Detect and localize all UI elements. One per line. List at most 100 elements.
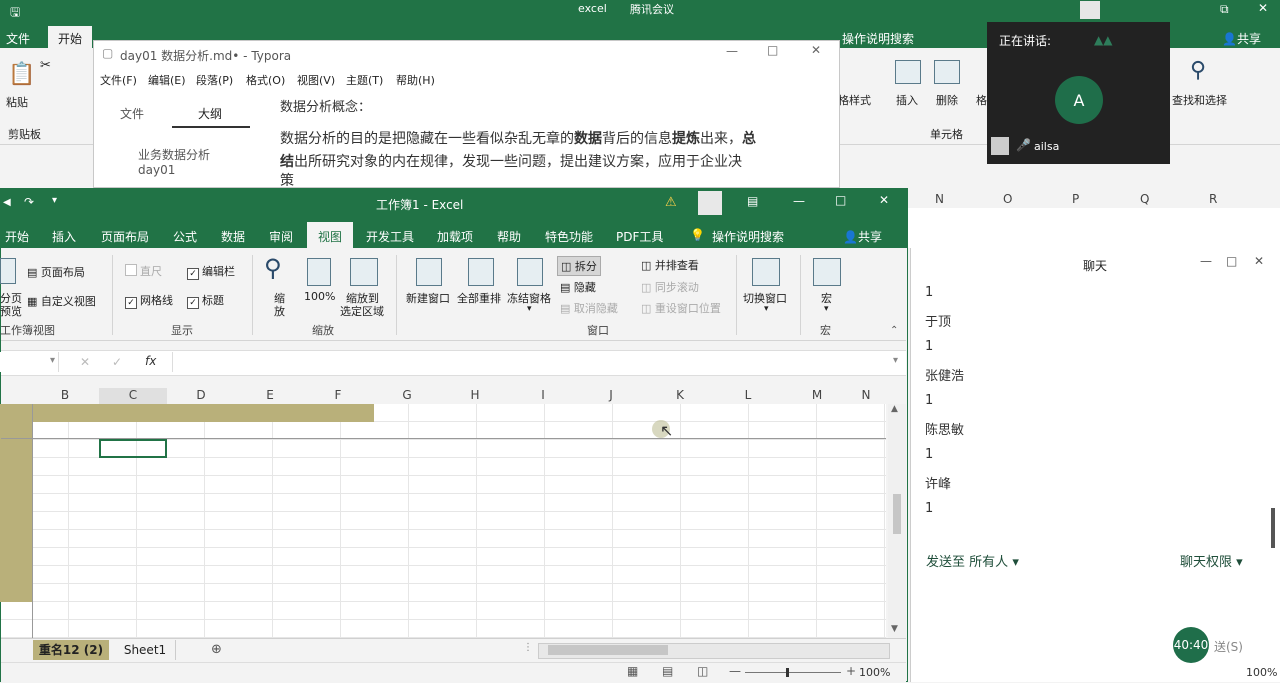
- save-icon[interactable]: 🖫: [10, 3, 20, 24]
- share-button[interactable]: 👤共享: [843, 228, 882, 245]
- new-window-icon[interactable]: [416, 258, 442, 286]
- close-icon[interactable]: ✕: [1258, 1, 1268, 15]
- freeze-panes-icon[interactable]: [517, 258, 543, 286]
- scroll-thumb[interactable]: [893, 494, 901, 534]
- zoom-selection-label-2[interactable]: 选定区域: [340, 303, 384, 319]
- enter-icon[interactable]: ✓: [112, 355, 122, 369]
- insert-cells-label[interactable]: 插入: [896, 92, 918, 108]
- close-icon[interactable]: ✕: [879, 193, 889, 207]
- bg-share-button[interactable]: 👤共享: [1222, 30, 1261, 47]
- split-button[interactable]: ◫ 拆分: [557, 256, 601, 276]
- bg-tab-help-search[interactable]: 操作说明搜索: [842, 30, 914, 47]
- gridlines-checkbox[interactable]: ✓ 网格线: [125, 292, 173, 309]
- col-header[interactable]: K: [646, 388, 714, 402]
- insert-function-icon[interactable]: fx: [145, 354, 156, 368]
- typora-menu-theme[interactable]: 主题(T): [346, 72, 383, 88]
- typora-close-icon[interactable]: ✕: [811, 43, 821, 57]
- col-header[interactable]: J: [577, 388, 645, 402]
- side-by-side-button[interactable]: ◫ 并排查看: [641, 257, 699, 273]
- scroll-down-icon[interactable]: ▼: [891, 624, 898, 634]
- chat-scrollbar[interactable]: [1271, 508, 1275, 548]
- arrange-all-label[interactable]: 全部重排: [457, 290, 501, 306]
- zoom-100-label[interactable]: 100%: [304, 290, 335, 303]
- paste-icon[interactable]: 📋: [8, 62, 35, 87]
- tab-split-handle-icon[interactable]: ⋮: [523, 642, 533, 653]
- active-cell[interactable]: [99, 439, 167, 458]
- zoom-slider[interactable]: [745, 672, 841, 673]
- col-header[interactable]: N: [849, 388, 883, 402]
- tab-addins[interactable]: 加载项: [437, 228, 473, 245]
- page-break-preview-icon[interactable]: [0, 258, 16, 284]
- bg-col-r[interactable]: R: [1209, 192, 1217, 206]
- name-box-chevron-icon[interactable]: ▾: [50, 355, 55, 366]
- send-button[interactable]: 送(S): [1214, 638, 1243, 655]
- typora-minimize-icon[interactable]: —: [726, 44, 738, 58]
- typora-tab-outline[interactable]: 大纲: [198, 105, 222, 122]
- cancel-icon[interactable]: ✕: [80, 355, 90, 369]
- format-cells-label[interactable]: 格: [976, 92, 987, 108]
- delete-cells-label[interactable]: 删除: [936, 92, 958, 108]
- col-header[interactable]: B: [31, 388, 99, 402]
- sheet-tab-active[interactable]: 重名12 (2): [33, 640, 109, 660]
- zoom-out-icon[interactable]: —: [729, 664, 741, 678]
- send-to-selector[interactable]: 发送至 所有人 ▾: [926, 551, 1019, 570]
- split-bar-vertical[interactable]: [32, 404, 33, 638]
- scroll-up-icon[interactable]: ▲: [891, 404, 898, 414]
- tab-view[interactable]: 视图: [307, 222, 353, 248]
- reset-position-button[interactable]: ◫ 重设窗口位置: [641, 300, 721, 316]
- tab-page-layout[interactable]: 页面布局: [101, 228, 149, 245]
- zoom-in-icon[interactable]: +: [846, 664, 856, 678]
- restore-icon[interactable]: ⧉: [1220, 2, 1229, 17]
- maximize-icon[interactable]: □: [835, 193, 846, 207]
- page-break-view-icon[interactable]: ◫: [697, 664, 708, 678]
- minimize-icon[interactable]: —: [793, 194, 805, 208]
- tab-data[interactable]: 数据: [221, 228, 245, 245]
- sync-scroll-button[interactable]: ◫ 同步滚动: [641, 279, 699, 295]
- typora-menu-format[interactable]: 格式(O): [246, 72, 285, 88]
- add-sheet-icon[interactable]: ⊕: [211, 642, 222, 657]
- zoom-to-selection-icon[interactable]: [350, 258, 378, 286]
- find-select-label[interactable]: 查找和选择: [1172, 92, 1227, 108]
- collapse-ribbon-icon[interactable]: ⌃: [890, 325, 898, 336]
- zoom-100-icon[interactable]: [307, 258, 331, 286]
- bg-col-q[interactable]: Q: [1140, 192, 1149, 206]
- col-header[interactable]: M: [783, 388, 851, 402]
- macros-icon[interactable]: [813, 258, 841, 286]
- chat-close-icon[interactable]: ✕: [1254, 254, 1264, 268]
- tab-developer[interactable]: 开发工具: [366, 228, 414, 245]
- tab-review[interactable]: 审阅: [269, 228, 293, 245]
- col-header[interactable]: G: [373, 388, 441, 402]
- bg-tab-home[interactable]: 开始: [48, 26, 93, 48]
- format-table-label[interactable]: 格样式: [838, 92, 871, 108]
- outline-item-business[interactable]: 业务数据分析: [138, 146, 210, 163]
- new-window-label[interactable]: 新建窗口: [406, 290, 450, 306]
- redo-icon[interactable]: ↷: [24, 195, 34, 209]
- bg-tab-file[interactable]: 文件: [6, 30, 30, 47]
- tab-pdf-tools[interactable]: PDF工具: [616, 228, 663, 245]
- page-layout-view-icon[interactable]: ▤: [662, 664, 673, 678]
- custom-views-button[interactable]: ▦ 自定义视图: [27, 293, 96, 309]
- ribbon-display-icon[interactable]: ▤: [747, 194, 758, 208]
- typora-menu-file[interactable]: 文件(F): [100, 72, 137, 88]
- outline-item-day01[interactable]: day01: [138, 163, 175, 177]
- paste-label[interactable]: 粘贴: [6, 94, 28, 110]
- typora-menu-edit[interactable]: 编辑(E): [148, 72, 186, 88]
- typora-tab-files[interactable]: 文件: [120, 105, 144, 122]
- hide-button[interactable]: ▤ 隐藏: [560, 279, 596, 295]
- ruler-checkbox[interactable]: 直尺: [125, 263, 162, 279]
- page-break-preview-label-2[interactable]: 预览: [0, 303, 22, 319]
- quick-access-chevron-icon[interactable]: ▾: [52, 195, 57, 206]
- col-header[interactable]: E: [236, 388, 304, 402]
- typora-maximize-icon[interactable]: □: [767, 43, 778, 57]
- formula-bar-checkbox[interactable]: ✓ 编辑栏: [187, 263, 235, 280]
- expand-formula-bar-icon[interactable]: ▾: [893, 355, 898, 366]
- chat-permissions-button[interactable]: 聊天权限 ▾: [1180, 551, 1243, 570]
- tab-features[interactable]: 特色功能: [545, 228, 593, 245]
- tab-help[interactable]: 帮助: [497, 228, 521, 245]
- switch-windows-icon[interactable]: [752, 258, 780, 286]
- typora-menu-paragraph[interactable]: 段落(P): [196, 72, 233, 88]
- sheet-tab[interactable]: Sheet1: [115, 640, 176, 660]
- arrange-all-icon[interactable]: [468, 258, 494, 286]
- undo-icon[interactable]: ◀: [3, 197, 11, 208]
- bg-col-p[interactable]: P: [1072, 192, 1079, 206]
